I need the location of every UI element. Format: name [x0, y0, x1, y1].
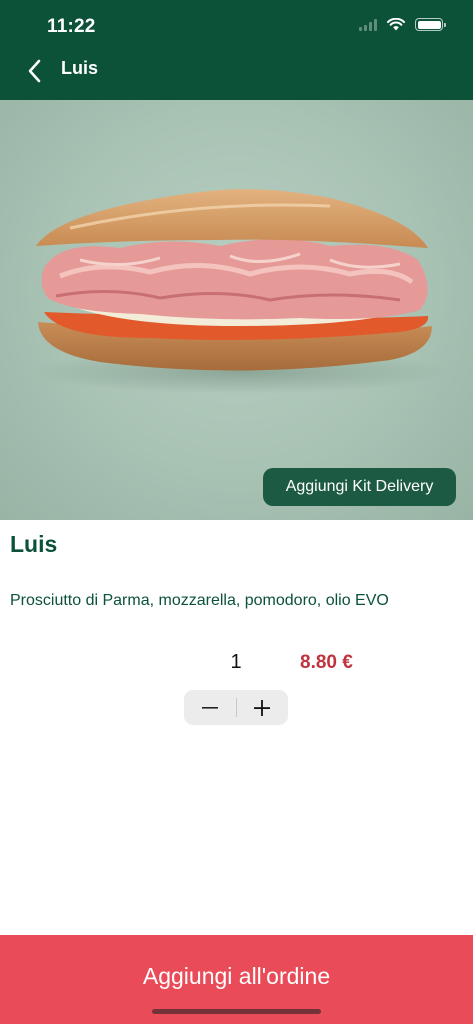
- product-name: Luis: [10, 531, 58, 557]
- add-kit-delivery-button[interactable]: Aggiungi Kit Delivery: [263, 468, 456, 506]
- increment-button[interactable]: [237, 690, 289, 725]
- add-to-order-button[interactable]: Aggiungi all'ordine: [0, 935, 473, 1017]
- product-price: 8.80 €: [300, 652, 353, 673]
- plus-icon: [254, 699, 271, 716]
- quantity-stepper: [184, 690, 288, 725]
- status-time: 11:22: [47, 16, 96, 37]
- back-button[interactable]: [20, 56, 48, 86]
- quantity-value: 1: [230, 651, 242, 673]
- chevron-left-icon: [28, 59, 41, 83]
- product-description: Prosciutto di Parma, mozzarella, pomodor…: [10, 592, 389, 609]
- cellular-signal-icon: [359, 18, 377, 31]
- minus-icon: [201, 706, 218, 709]
- footer-bar: Aggiungi all'ordine: [0, 935, 473, 1024]
- status-icons: [359, 18, 446, 31]
- home-indicator: [152, 1009, 321, 1014]
- nav-title: Luis: [61, 58, 99, 78]
- sandwich-illustration: [30, 189, 450, 394]
- decrement-button[interactable]: [184, 690, 236, 725]
- top-bar: 11:22 Luis: [0, 0, 473, 100]
- product-image: [0, 100, 473, 520]
- battery-icon: [415, 18, 446, 31]
- wifi-icon: [387, 18, 405, 31]
